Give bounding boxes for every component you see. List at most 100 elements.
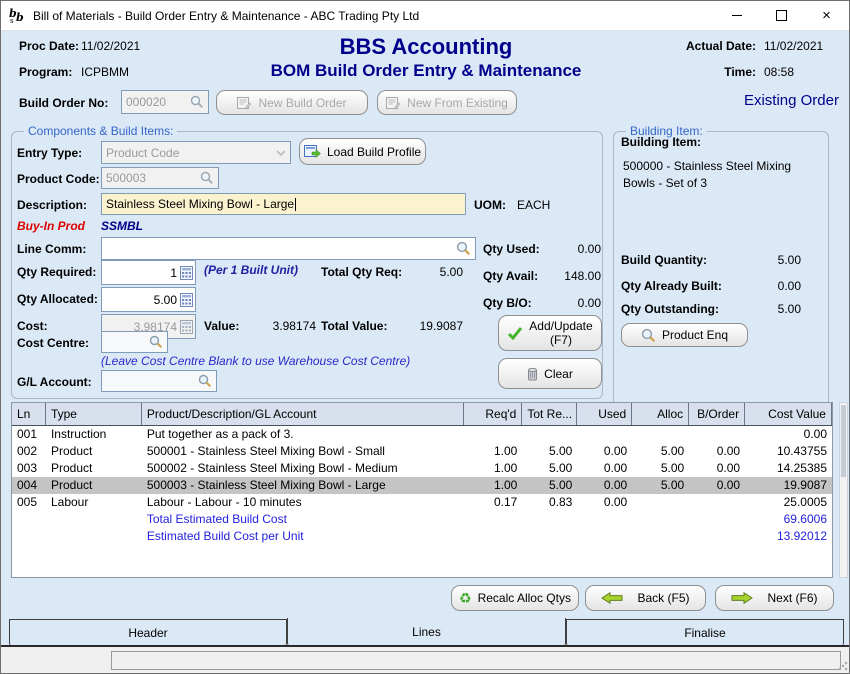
column-header: Product/Description/GL Account xyxy=(142,403,465,425)
column-header: B/Order xyxy=(689,403,745,425)
tab-header[interactable]: Header xyxy=(9,619,287,646)
text-caret xyxy=(295,198,296,211)
uom-label: UOM: xyxy=(474,198,506,212)
column-header: Cost Value xyxy=(745,403,832,425)
cell-empty xyxy=(632,511,689,528)
table-row-001[interactable]: 001InstructionPut together as a pack of … xyxy=(12,426,832,443)
back-button[interactable]: Back (F5) xyxy=(585,585,706,611)
entry-type-value: Product Code xyxy=(106,146,276,160)
cell-used: 0.00 xyxy=(577,494,632,511)
description-input[interactable]: Stainless Steel Mixing Bowl - Large xyxy=(101,193,466,215)
maximize-button[interactable] xyxy=(759,1,804,30)
title-bar[interactable]: bbs Bill of Materials - Build Order Entr… xyxy=(1,1,849,31)
calculator-icon[interactable] xyxy=(180,266,193,280)
add-update-label: Add/Update xyxy=(529,319,592,333)
cell-ln: 003 xyxy=(12,460,46,477)
cell-tot_req: 5.00 xyxy=(522,460,577,477)
table-row-005[interactable]: 005LabourLabour - Labour - 10 minutes0.1… xyxy=(12,494,832,511)
new-build-order-button: New Build Order xyxy=(216,90,368,115)
cell-alloc xyxy=(632,426,689,443)
calculator-icon xyxy=(180,320,193,334)
cell-type: Labour xyxy=(46,494,142,511)
build-quantity-label: Build Quantity: xyxy=(621,253,707,267)
table-row-004[interactable]: 004Product500003 - Stainless Steel Mixin… xyxy=(12,477,832,494)
value-value: 3.98174 xyxy=(246,319,316,333)
cell-used: 0.00 xyxy=(577,443,632,460)
tab-finalise[interactable]: Finalise xyxy=(566,619,844,646)
search-icon[interactable] xyxy=(198,374,212,388)
cost-centre-input[interactable] xyxy=(101,331,168,353)
cell-empty xyxy=(522,511,577,528)
cell-empty xyxy=(12,511,46,528)
cell-cost_value: 0.00 xyxy=(745,426,832,443)
search-icon[interactable] xyxy=(456,241,471,256)
resize-grip[interactable] xyxy=(838,661,848,671)
cell-tot_req: 0.83 xyxy=(522,494,577,511)
summary-label: Estimated Build Cost per Unit xyxy=(142,528,465,545)
line-comm-label: Line Comm: xyxy=(17,242,86,256)
recalc-label: Recalc Alloc Qtys xyxy=(478,591,571,605)
calculator-icon[interactable] xyxy=(180,293,193,307)
product-code-value: 500003 xyxy=(106,171,200,185)
cell-alloc xyxy=(632,494,689,511)
qty-used-value: 0.00 xyxy=(531,242,601,256)
qty-required-label: Qty Required: xyxy=(17,265,96,279)
cell-empty xyxy=(577,528,632,545)
table-row-003[interactable]: 003Product500002 - Stainless Steel Mixin… xyxy=(12,460,832,477)
window-title: Bill of Materials - Build Order Entry & … xyxy=(33,9,419,23)
tab-lines[interactable]: Lines xyxy=(287,618,566,646)
status-message-box xyxy=(111,651,841,670)
search-icon[interactable] xyxy=(149,335,163,349)
search-icon xyxy=(641,328,656,343)
build-order-no-value: 000020 xyxy=(126,95,190,109)
new-order-icon xyxy=(386,96,401,110)
cell-desc: Put together as a pack of 3. xyxy=(142,426,465,443)
clear-button[interactable]: Clear xyxy=(498,358,602,389)
entry-type-select: Product Code xyxy=(101,141,291,164)
cell-ln: 001 xyxy=(12,426,46,443)
minimize-button[interactable] xyxy=(714,1,759,30)
add-update-button[interactable]: Add/Update (F7) xyxy=(498,315,602,351)
total-value-label: Total Value: xyxy=(321,319,387,333)
build-order-no-label: Build Order No: xyxy=(19,96,108,110)
product-group-code: SSMBL xyxy=(101,219,143,233)
cost-centre-note: (Leave Cost Centre Blank to use Warehous… xyxy=(101,354,410,368)
add-update-key: (F7) xyxy=(550,333,572,347)
load-build-profile-button[interactable]: Load Build Profile xyxy=(299,138,426,165)
summary-label: Total Estimated Build Cost xyxy=(142,511,465,528)
next-button[interactable]: Next (F6) xyxy=(715,585,834,611)
maximize-icon xyxy=(776,10,787,21)
total-qty-req-label: Total Qty Req: xyxy=(321,265,402,279)
build-quantity-value: 5.00 xyxy=(741,253,801,267)
description-label: Description: xyxy=(17,198,87,212)
table-row-002[interactable]: 002Product500001 - Stainless Steel Mixin… xyxy=(12,443,832,460)
scrollbar-thumb[interactable] xyxy=(841,405,846,477)
close-button[interactable]: × xyxy=(804,1,849,30)
cell-tot_req xyxy=(522,426,577,443)
next-label: Next (F6) xyxy=(767,591,817,605)
load-profile-icon xyxy=(304,144,321,159)
cell-alloc: 5.00 xyxy=(632,460,689,477)
cell-ln: 004 xyxy=(12,477,46,494)
qty-allocated-input[interactable]: 5.00 xyxy=(101,287,196,312)
line-comm-input[interactable] xyxy=(101,237,476,260)
svg-text:s: s xyxy=(10,17,14,24)
cell-ln: 005 xyxy=(12,494,46,511)
recalc-alloc-qtys-button[interactable]: ♻ Recalc Alloc Qtys xyxy=(451,585,579,611)
qty-outstanding-label: Qty Outstanding: xyxy=(621,302,719,316)
minimize-icon xyxy=(732,15,742,16)
qty-required-input[interactable]: 1 xyxy=(101,260,196,285)
clear-label: Clear xyxy=(544,367,573,381)
summary-value: 69.6006 xyxy=(745,511,832,528)
cell-border: 0.00 xyxy=(689,443,745,460)
qty-outstanding-value: 5.00 xyxy=(741,302,801,316)
time-label: Time: xyxy=(656,65,756,79)
cell-used xyxy=(577,426,632,443)
cell-cost_value: 10.43755 xyxy=(745,443,832,460)
product-enq-button[interactable]: Product Enq xyxy=(621,323,748,347)
load-build-profile-label: Load Build Profile xyxy=(327,145,421,159)
gl-account-input[interactable] xyxy=(101,370,217,392)
table-scrollbar[interactable] xyxy=(839,402,848,578)
cell-desc: 500001 - Stainless Steel Mixing Bowl - S… xyxy=(142,443,465,460)
table-summary-row: Total Estimated Build Cost 69.6006 xyxy=(12,511,832,528)
